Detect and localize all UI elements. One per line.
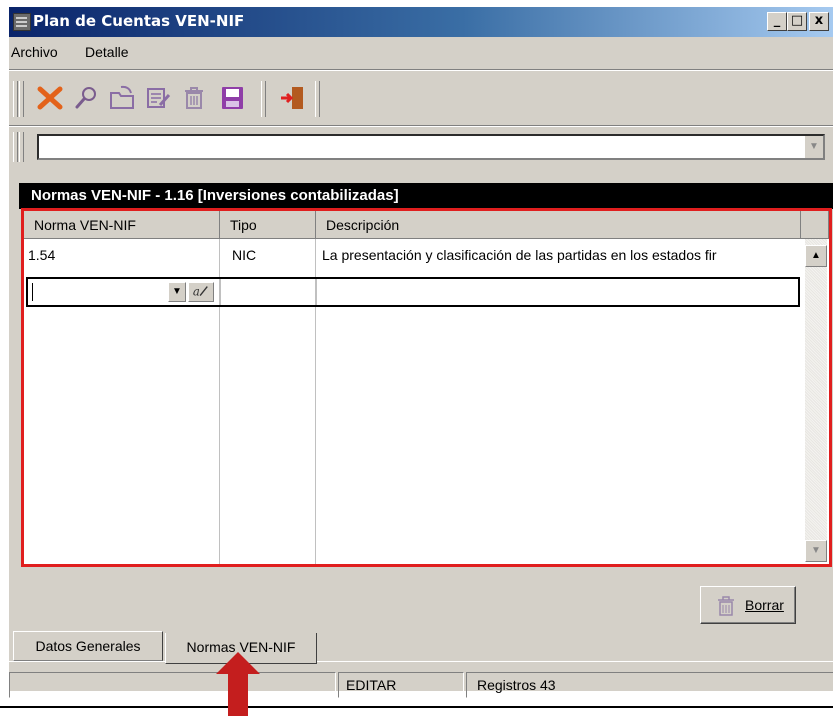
menu-divider — [9, 69, 833, 71]
account-combo[interactable]: ▼ — [37, 134, 825, 160]
column-header-descripcion[interactable]: Descripción — [316, 211, 801, 239]
delete-x-icon[interactable] — [35, 83, 65, 113]
close-button[interactable]: x — [809, 12, 829, 31]
tab-datos-generales[interactable]: Datos Generales — [13, 631, 163, 661]
text-cursor — [32, 283, 33, 301]
minimize-button[interactable]: _ — [767, 12, 787, 31]
app-icon — [13, 13, 31, 31]
status-records: Registros 43 — [466, 672, 833, 698]
edit-icon[interactable] — [143, 83, 173, 113]
panel-header: Normas VEN-NIF - 1.16 [Inversiones conta… — [19, 183, 833, 209]
main-window: Plan de Cuentas VEN-NIF _ □ x Archivo De… — [8, 6, 833, 698]
cell-descripcion[interactable]: La presentación y clasificación de las p… — [322, 247, 800, 263]
norms-grid[interactable]: Norma VEN-NIF Tipo Descripción 1.54 NIC … — [21, 208, 832, 567]
maximize-button[interactable]: □ — [787, 12, 807, 31]
toolbar-separator — [261, 81, 266, 117]
trash-icon — [718, 596, 734, 616]
column-divider — [220, 279, 221, 305]
window-title: Plan de Cuentas VEN-NIF — [33, 12, 245, 30]
menu-archivo[interactable]: Archivo — [11, 44, 58, 60]
trash-icon[interactable] — [179, 83, 209, 113]
column-header-tipo[interactable]: Tipo — [220, 211, 316, 239]
status-mode: EDITAR — [338, 672, 464, 698]
toolbar-grip[interactable] — [13, 81, 18, 117]
scroll-down-icon[interactable]: ▼ — [805, 540, 827, 562]
search-icon[interactable] — [71, 83, 101, 113]
toolbar-divider — [9, 125, 833, 127]
scroll-up-icon[interactable]: ▲ — [805, 245, 827, 267]
combo-grip[interactable] — [13, 132, 18, 162]
save-icon[interactable] — [217, 83, 247, 113]
exit-door-icon[interactable] — [277, 83, 307, 113]
chevron-down-icon[interactable]: ▼ — [168, 282, 186, 302]
column-header-filler — [801, 211, 829, 239]
borrar-label: Borrar — [745, 597, 784, 613]
open-folder-icon[interactable] — [107, 83, 137, 113]
lookup-icon[interactable]: a — [188, 282, 214, 302]
status-cell-empty — [9, 672, 336, 698]
svg-text:a: a — [193, 285, 200, 299]
title-bar[interactable]: Plan de Cuentas VEN-NIF _ □ x — [9, 7, 833, 37]
menu-bar: Archivo Detalle — [9, 37, 833, 67]
panel-title: Normas VEN-NIF - 1.16 [Inversiones conta… — [31, 187, 399, 204]
tabs-divider — [9, 661, 833, 662]
cell-norma[interactable]: 1.54 — [28, 247, 216, 263]
red-arrow-icon — [216, 652, 260, 716]
menu-detalle[interactable]: Detalle — [85, 44, 129, 60]
combo-grip[interactable] — [19, 132, 24, 162]
chevron-down-icon[interactable]: ▼ — [804, 136, 823, 158]
bottom-border — [0, 706, 833, 708]
toolbar-grip[interactable] — [19, 81, 24, 117]
cell-tipo[interactable]: NIC — [232, 247, 312, 263]
column-divider — [316, 279, 317, 305]
borrar-button[interactable]: Borrar — [700, 586, 796, 624]
column-header-norma[interactable]: Norma VEN-NIF — [24, 211, 220, 239]
edit-row[interactable]: ▼ a — [26, 277, 800, 307]
toolbar-separator — [315, 81, 320, 117]
vertical-scrollbar[interactable]: ▲ ▼ — [805, 239, 827, 562]
toolbar — [9, 73, 833, 125]
